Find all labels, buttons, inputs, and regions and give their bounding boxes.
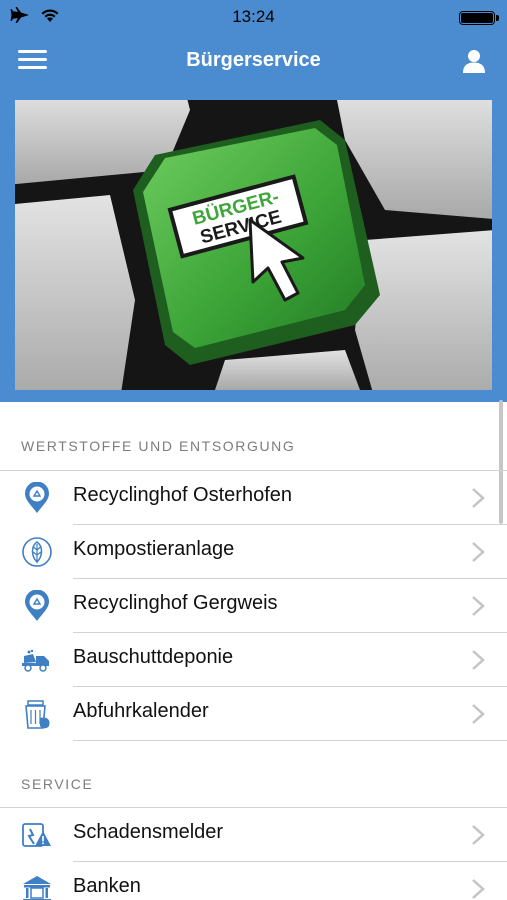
list-item-label: Schadensmelder xyxy=(73,821,224,843)
profile-button[interactable] xyxy=(461,48,487,74)
chevron-right-icon xyxy=(472,542,485,562)
list-item-label: Recyclinghof Osterhofen xyxy=(73,484,293,506)
list-item-banken[interactable]: Banken xyxy=(0,861,507,900)
section-header-service: SERVICE xyxy=(21,776,94,792)
list-item-label: Kompostieranlage xyxy=(73,538,235,560)
chevron-right-icon xyxy=(472,488,485,508)
navigation-bar: Bürgerservice xyxy=(0,40,507,84)
chevron-right-icon xyxy=(472,596,485,616)
recycling-pin-icon xyxy=(25,590,49,621)
list-item-bauschuttdeponie[interactable]: Bauschuttdeponie xyxy=(0,632,507,686)
recycling-pin-icon xyxy=(25,482,49,513)
list-item-label: Bauschuttdeponie xyxy=(73,646,234,668)
list-item-abfuhrkalender[interactable]: Abfuhrkalender xyxy=(0,686,507,740)
user-icon xyxy=(463,50,485,73)
chevron-right-icon xyxy=(472,704,485,724)
chevron-right-icon xyxy=(472,879,485,899)
dump-truck-icon xyxy=(22,649,49,672)
leaf-icon xyxy=(22,537,52,567)
hero-banner: BÜRGER- SERVICE xyxy=(0,88,507,402)
report-damage-icon xyxy=(22,823,51,847)
clock: 13:24 xyxy=(232,7,275,26)
status-bar: 13:24 xyxy=(0,0,507,34)
chevron-right-icon xyxy=(472,650,485,670)
list-item-label: Banken xyxy=(73,875,141,897)
hero-image: BÜRGER- SERVICE xyxy=(15,100,492,390)
list-item-schadensmelder[interactable]: Schadensmelder xyxy=(0,807,507,861)
list-item-label: Recyclinghof Gergweis xyxy=(73,592,278,614)
list-item-label: Abfuhrkalender xyxy=(73,700,209,722)
bank-icon xyxy=(23,876,51,900)
page-title: Bürgerservice xyxy=(186,49,321,71)
section-header-waste: WERTSTOFFE UND ENTSORGUNG xyxy=(21,438,296,454)
trash-bin-icon xyxy=(25,700,50,729)
list-item-recyclinghof-osterhofen[interactable]: Recyclinghof Osterhofen xyxy=(0,470,507,524)
battery-icon xyxy=(459,11,499,25)
chevron-right-icon xyxy=(472,825,485,845)
list-item-kompostieranlage[interactable]: Kompostieranlage xyxy=(0,524,507,578)
list-item-recyclinghof-gergweis[interactable]: Recyclinghof Gergweis xyxy=(0,578,507,632)
